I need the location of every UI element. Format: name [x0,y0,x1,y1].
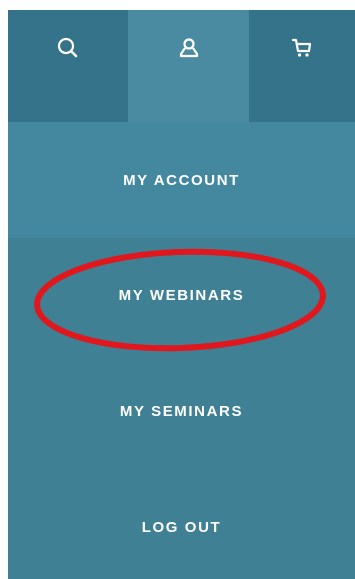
user-icon [177,36,201,65]
menu-item-label: LOG OUT [141,518,222,536]
menu-item-my-webinars[interactable]: MY WEBINARS [8,238,355,353]
search-button[interactable] [8,10,128,122]
screenshot-stage: MY ACCOUNT MY WEBINARS MY SEMINARS LOG O… [0,0,355,579]
menu-item-label: MY ACCOUNT [123,171,240,189]
menu-item-label: MY WEBINARS [118,287,245,304]
menu-item-my-seminars[interactable]: MY SEMINARS [8,353,355,469]
cart-icon [290,36,314,65]
menu-item-label: MY SEMINARS [119,402,244,420]
menu-item-log-out[interactable]: LOG OUT [8,469,355,579]
account-button[interactable] [128,10,249,122]
icon-toolbar [8,10,355,122]
dropdown-menu-panel: MY ACCOUNT MY WEBINARS MY SEMINARS LOG O… [8,10,355,579]
menu-item-my-account[interactable]: MY ACCOUNT [8,122,355,238]
cart-button[interactable] [249,10,355,122]
search-icon [56,36,80,65]
